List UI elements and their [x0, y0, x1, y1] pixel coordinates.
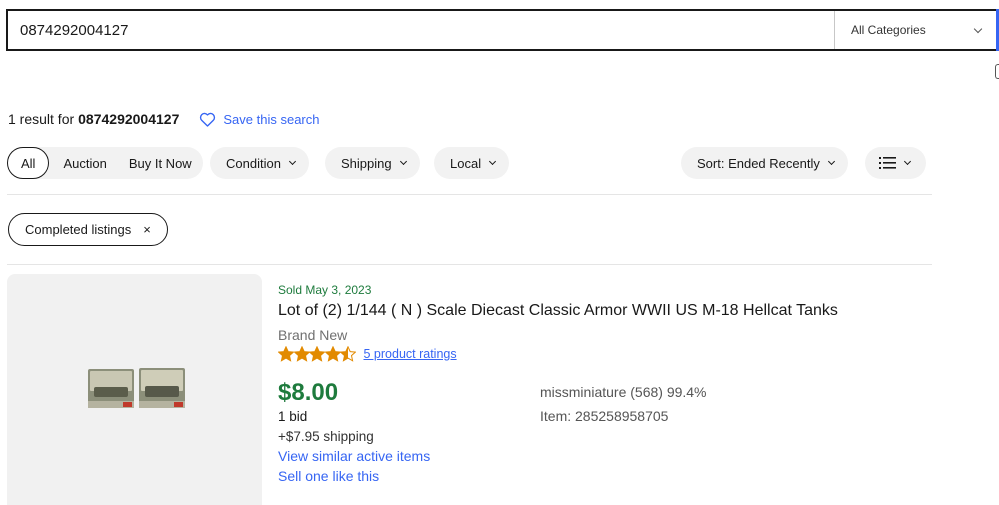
completed-listings-label: Completed listings — [25, 222, 132, 237]
filter-local[interactable]: Local — [434, 147, 510, 179]
filter-all[interactable]: All — [7, 147, 50, 179]
result-count-text: 1 result for — [8, 111, 75, 127]
filter-buy-it-now[interactable]: Buy It Now — [115, 156, 200, 171]
filter-auction[interactable]: Auction — [49, 156, 114, 171]
chevron-down-icon — [288, 157, 296, 166]
buying-format-group: All Auction Buy It Now — [7, 147, 203, 179]
star-rating — [278, 346, 356, 362]
save-search-link[interactable]: Save this search — [199, 112, 319, 127]
result-count: 1 result for 0874292004127 Save this sea… — [8, 111, 319, 127]
filter-shipping[interactable]: Shipping — [325, 147, 420, 179]
sell-one-link[interactable]: Sell one like this — [278, 468, 379, 484]
divider — [7, 194, 932, 195]
chevron-down-icon — [903, 157, 912, 166]
filter-local-label: Local — [450, 155, 482, 171]
star-full-icon — [278, 346, 294, 362]
product-image — [87, 365, 187, 415]
filter-condition-label: Condition — [226, 155, 281, 171]
seller-info: missminiature (568) 99.4% — [540, 384, 707, 400]
heart-icon — [200, 112, 216, 127]
sold-date: Sold May 3, 2023 — [278, 283, 372, 297]
chevron-down-icon — [973, 24, 983, 33]
result-query: 0874292004127 — [78, 111, 180, 127]
bid-count: 1 bid — [278, 409, 308, 424]
filter-bar: All Auction Buy It Now Condition Shippin… — [7, 147, 932, 179]
star-full-icon — [309, 346, 325, 362]
item-thumbnail[interactable] — [7, 274, 262, 505]
save-search-label: Save this search — [223, 111, 320, 127]
star-half-icon — [340, 346, 356, 362]
view-similar-link[interactable]: View similar active items — [278, 448, 430, 464]
item-title-link[interactable]: Lot of (2) 1/144 ( N ) Scale Diecast Cla… — [278, 302, 838, 320]
product-ratings-link[interactable]: 5 product ratings — [364, 347, 457, 361]
divider — [7, 264, 932, 265]
filter-condition[interactable]: Condition — [210, 147, 309, 179]
item-rating: 5 product ratings — [278, 346, 457, 362]
category-select[interactable]: All Categories — [834, 11, 999, 49]
checkbox-edge[interactable] — [995, 64, 999, 79]
category-select-label: All Categories — [851, 23, 926, 37]
item-condition: Brand New — [278, 327, 348, 343]
star-full-icon — [324, 346, 341, 362]
sort-dropdown[interactable]: Sort: Ended Recently — [681, 147, 848, 179]
chevron-down-icon — [489, 157, 497, 166]
search-bar: All Categories — [6, 9, 999, 51]
filter-shipping-label: Shipping — [341, 155, 392, 171]
view-toggle[interactable] — [865, 147, 926, 179]
chevron-down-icon — [827, 157, 835, 166]
star-full-icon — [293, 346, 310, 362]
close-icon[interactable]: × — [143, 223, 151, 236]
chevron-down-icon — [399, 157, 407, 166]
completed-listings-chip[interactable]: Completed listings × — [8, 213, 168, 246]
shipping-cost: +$7.95 shipping — [278, 429, 374, 444]
search-input[interactable] — [8, 11, 834, 49]
item-price: $8.00 — [278, 379, 339, 406]
list-view-icon — [879, 157, 896, 169]
item-number: Item: 285258958705 — [540, 408, 669, 424]
filter-all-label: All — [21, 155, 36, 171]
page: All Categories 1 result for 087429200412… — [0, 0, 999, 505]
sort-label: Sort: Ended Recently — [697, 155, 820, 171]
